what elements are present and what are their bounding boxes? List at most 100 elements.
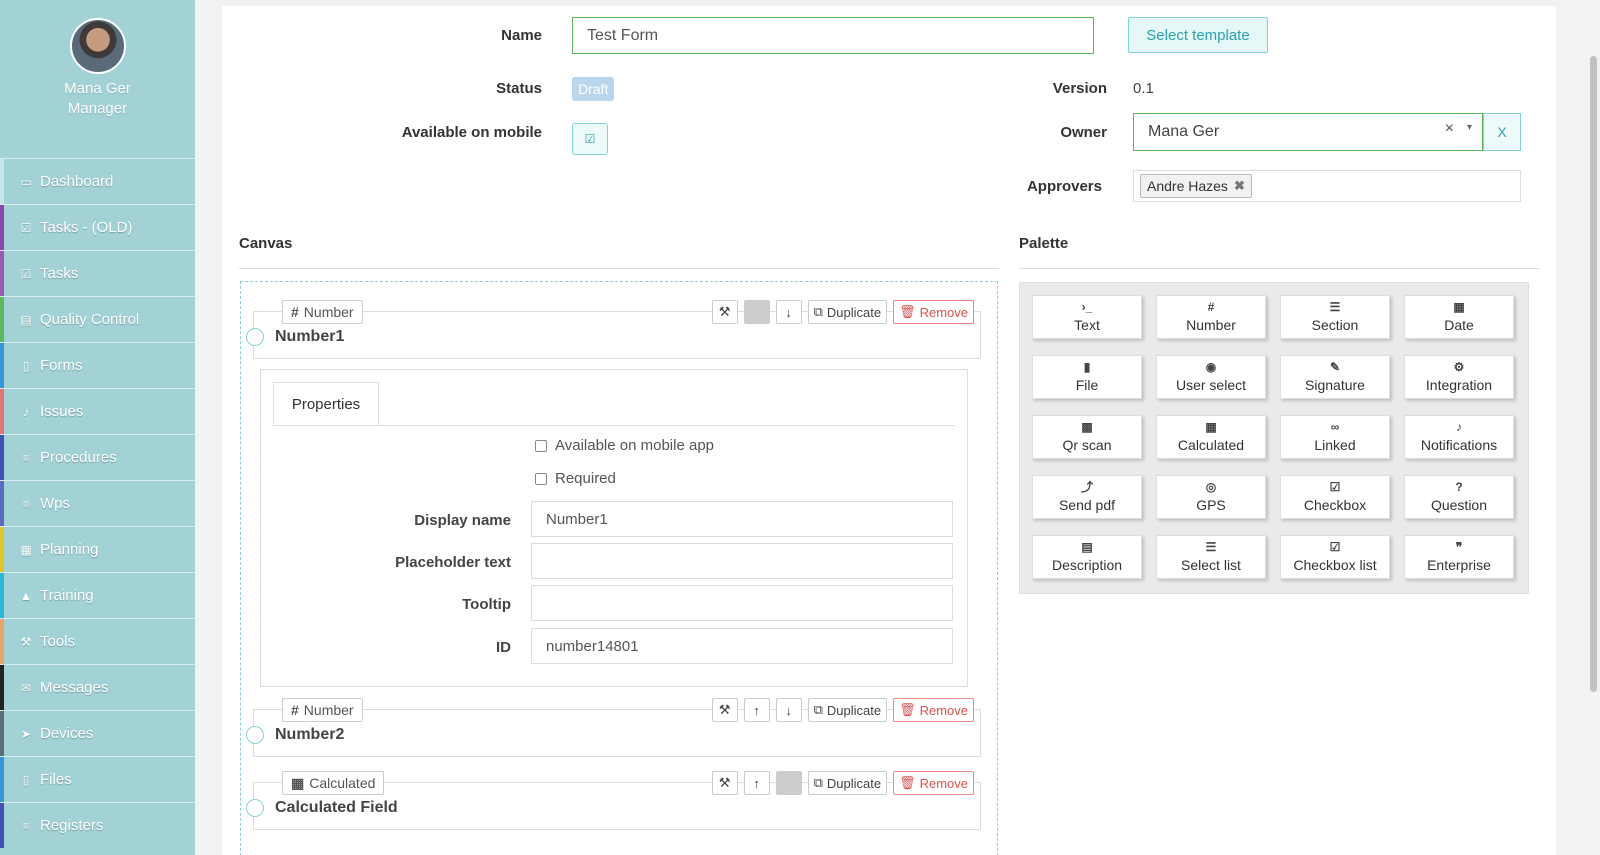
field-toolbar: ⚒ ↑ ⧉ Duplicate 🗑 Remove — [711, 771, 974, 795]
palette-item-linked[interactable]: ∞ Linked — [1280, 415, 1390, 459]
sidebar-item-issues[interactable]: ♪ Issues — [0, 388, 195, 434]
monitor-icon: ▭ — [20, 174, 32, 189]
clear-selection-icon[interactable]: × — [1445, 120, 1454, 138]
field-select-radio[interactable] — [246, 799, 264, 817]
palette-item-user-select[interactable]: ◉ User select — [1156, 355, 1266, 399]
palette-item-label: Description — [1051, 557, 1123, 573]
sidebar-item-procedures[interactable]: ≡ Procedures — [0, 434, 195, 480]
sidebar-item-training[interactable]: ▲ Training — [0, 572, 195, 618]
palette-item-qr-scan[interactable]: ▩ Qr scan — [1032, 415, 1142, 459]
wrench-icon[interactable]: ⚒ — [711, 771, 738, 795]
sidebar-item-files[interactable]: ▯ Files — [0, 756, 195, 802]
palette-item-select-list[interactable]: ☰ Select list — [1156, 535, 1266, 579]
avatar[interactable] — [69, 18, 126, 74]
qrcode-icon: ▩ — [1081, 420, 1093, 434]
palette-item-label: Text — [1074, 317, 1100, 333]
remove-button[interactable]: 🗑 Remove — [893, 771, 974, 795]
status-label: Status — [496, 80, 542, 97]
palette-item-description[interactable]: ▤ Description — [1032, 535, 1142, 579]
hash-icon: # — [1207, 300, 1215, 314]
remove-button[interactable]: 🗑 Remove — [893, 300, 974, 324]
approvers-input[interactable]: Andre Hazes ✖ — [1133, 170, 1521, 202]
duplicate-button[interactable]: ⧉ Duplicate — [807, 698, 888, 722]
id-input[interactable]: number14801 — [531, 628, 953, 664]
sidebar-item-tasks[interactable]: ☑ Tasks — [0, 250, 195, 296]
trash-icon: 🗑 — [899, 702, 916, 717]
palette-item-notifications[interactable]: ♪ Notifications — [1404, 415, 1514, 459]
sidebar-item-devices[interactable]: ➤ Devices — [0, 710, 195, 756]
palette-item-signature[interactable]: ✎ Signature — [1280, 355, 1390, 399]
checkbox-box[interactable] — [535, 439, 547, 452]
scrollbar[interactable] — [1588, 0, 1600, 855]
sidebar-item-tasks-old[interactable]: ☑ Tasks - (OLD) — [0, 204, 195, 250]
owner-clear-button[interactable]: X — [1483, 113, 1521, 151]
palette-item-send-pdf[interactable]: ⤴ Send pdf — [1032, 475, 1142, 519]
field-type-label: Number — [303, 702, 354, 718]
palette-item-number[interactable]: # Number — [1156, 295, 1266, 339]
sidebar-item-registers[interactable]: ≡ Registers — [0, 802, 195, 848]
palette-item-question[interactable]: ? Question — [1404, 475, 1514, 519]
palette-item-file[interactable]: ▮ File — [1032, 355, 1142, 399]
sidebar-item-wps[interactable]: ≡ Wps — [0, 480, 195, 526]
duplicate-button[interactable]: ⧉ Duplicate — [807, 771, 888, 795]
user-name: Mana Ger — [64, 80, 131, 97]
remove-approver-icon[interactable]: ✖ — [1234, 178, 1245, 194]
palette-item-date[interactable]: ▦ Date — [1404, 295, 1514, 339]
palette-item-label: Section — [1311, 317, 1359, 333]
field-name: Calculated Field — [275, 799, 398, 816]
palette-item-checkbox-list[interactable]: ☑ Checkbox list — [1280, 535, 1390, 579]
arrow-up-icon[interactable]: ↑ — [743, 698, 770, 722]
canvas-field-number2[interactable]: # Number Number2 ⚒ ↑ ↓ ⧉ Duplicate 🗑 Remov… — [246, 698, 981, 757]
available-on-mobile-app-checkbox[interactable]: Available on mobile app — [535, 437, 714, 454]
form-canvas: # Number Number1 ⚒ ↓ ⧉ Duplicate 🗑 Remove … — [240, 281, 998, 855]
palette-item-calculated[interactable]: ▦ Calculated — [1156, 415, 1266, 459]
display-name-input[interactable]: Number1 — [531, 501, 953, 537]
scrollbar-thumb[interactable] — [1590, 56, 1597, 692]
palette-item-label: Select list — [1181, 557, 1241, 573]
field-select-radio[interactable] — [246, 328, 264, 346]
canvas-field-calculated[interactable]: ▦ Calculated Calculated Field ⚒ ↑ ⧉ Dupli… — [246, 771, 981, 830]
nav-color-stripe — [0, 205, 4, 250]
chevron-down-icon[interactable]: ▾ — [1467, 122, 1472, 133]
sidebar: Mana Ger Manager ▭ Dashboard ☑ Tasks - (OLD… — [0, 0, 195, 855]
remove-button[interactable]: 🗑 Remove — [893, 698, 974, 722]
required-checkbox[interactable]: Required — [535, 470, 616, 487]
rocket-icon: ➤ — [20, 726, 32, 741]
owner-select[interactable]: Mana Ger × ▾ — [1133, 113, 1483, 151]
tab-properties[interactable]: Properties — [273, 382, 379, 426]
book-icon: ▤ — [20, 312, 32, 327]
sidebar-item-messages[interactable]: ✉ Messages — [0, 664, 195, 710]
wrench-icon[interactable]: ⚒ — [711, 300, 738, 324]
move-up-button — [743, 300, 770, 324]
checkbox-box[interactable] — [535, 472, 547, 485]
palette-item-label: Checkbox list — [1293, 557, 1377, 573]
palette-item-integration[interactable]: ⚙ Integration — [1404, 355, 1514, 399]
sidebar-item-forms[interactable]: ▯ Forms — [0, 342, 195, 388]
available-on-mobile-toggle[interactable]: ☑ — [572, 123, 608, 155]
arrow-up-icon[interactable]: ↑ — [743, 771, 770, 795]
palette-item-checkbox[interactable]: ☑ Checkbox — [1280, 475, 1390, 519]
sidebar-item-quality-control[interactable]: ▤ Quality Control — [0, 296, 195, 342]
version-value: 0.1 — [1133, 80, 1154, 97]
sidebar-item-tools[interactable]: ⚒ Tools — [0, 618, 195, 664]
field-select-radio[interactable] — [246, 726, 264, 744]
palette-item-label: Number — [1186, 317, 1236, 333]
tooltip-input[interactable] — [531, 585, 953, 621]
palette-item-section[interactable]: ☰ Section — [1280, 295, 1390, 339]
duplicate-button[interactable]: ⧉ Duplicate — [807, 300, 888, 324]
sidebar-item-dashboard[interactable]: ▭ Dashboard — [0, 158, 195, 204]
wrench-icon[interactable]: ⚒ — [711, 698, 738, 722]
select-template-button[interactable]: Select template — [1128, 17, 1268, 53]
palette-item-enterprise[interactable]: ❞ Enterprise — [1404, 535, 1514, 579]
arrow-down-icon[interactable]: ↓ — [775, 300, 802, 324]
arrow-down-icon[interactable]: ↓ — [775, 698, 802, 722]
display-name-label: Display name — [414, 512, 511, 529]
sidebar-item-planning[interactable]: ▦ Planning — [0, 526, 195, 572]
palette-item-text[interactable]: ›_ Text — [1032, 295, 1142, 339]
canvas-field-number1[interactable]: # Number Number1 ⚒ ↓ ⧉ Duplicate 🗑 Remove — [246, 300, 981, 359]
palette-item-gps[interactable]: ◎ GPS — [1156, 475, 1266, 519]
form-name-input[interactable]: Test Form — [572, 17, 1094, 54]
duplicate-label: Duplicate — [826, 775, 882, 791]
sidebar-item-label: Dashboard — [40, 173, 114, 190]
placeholder-text-input[interactable] — [531, 543, 953, 579]
